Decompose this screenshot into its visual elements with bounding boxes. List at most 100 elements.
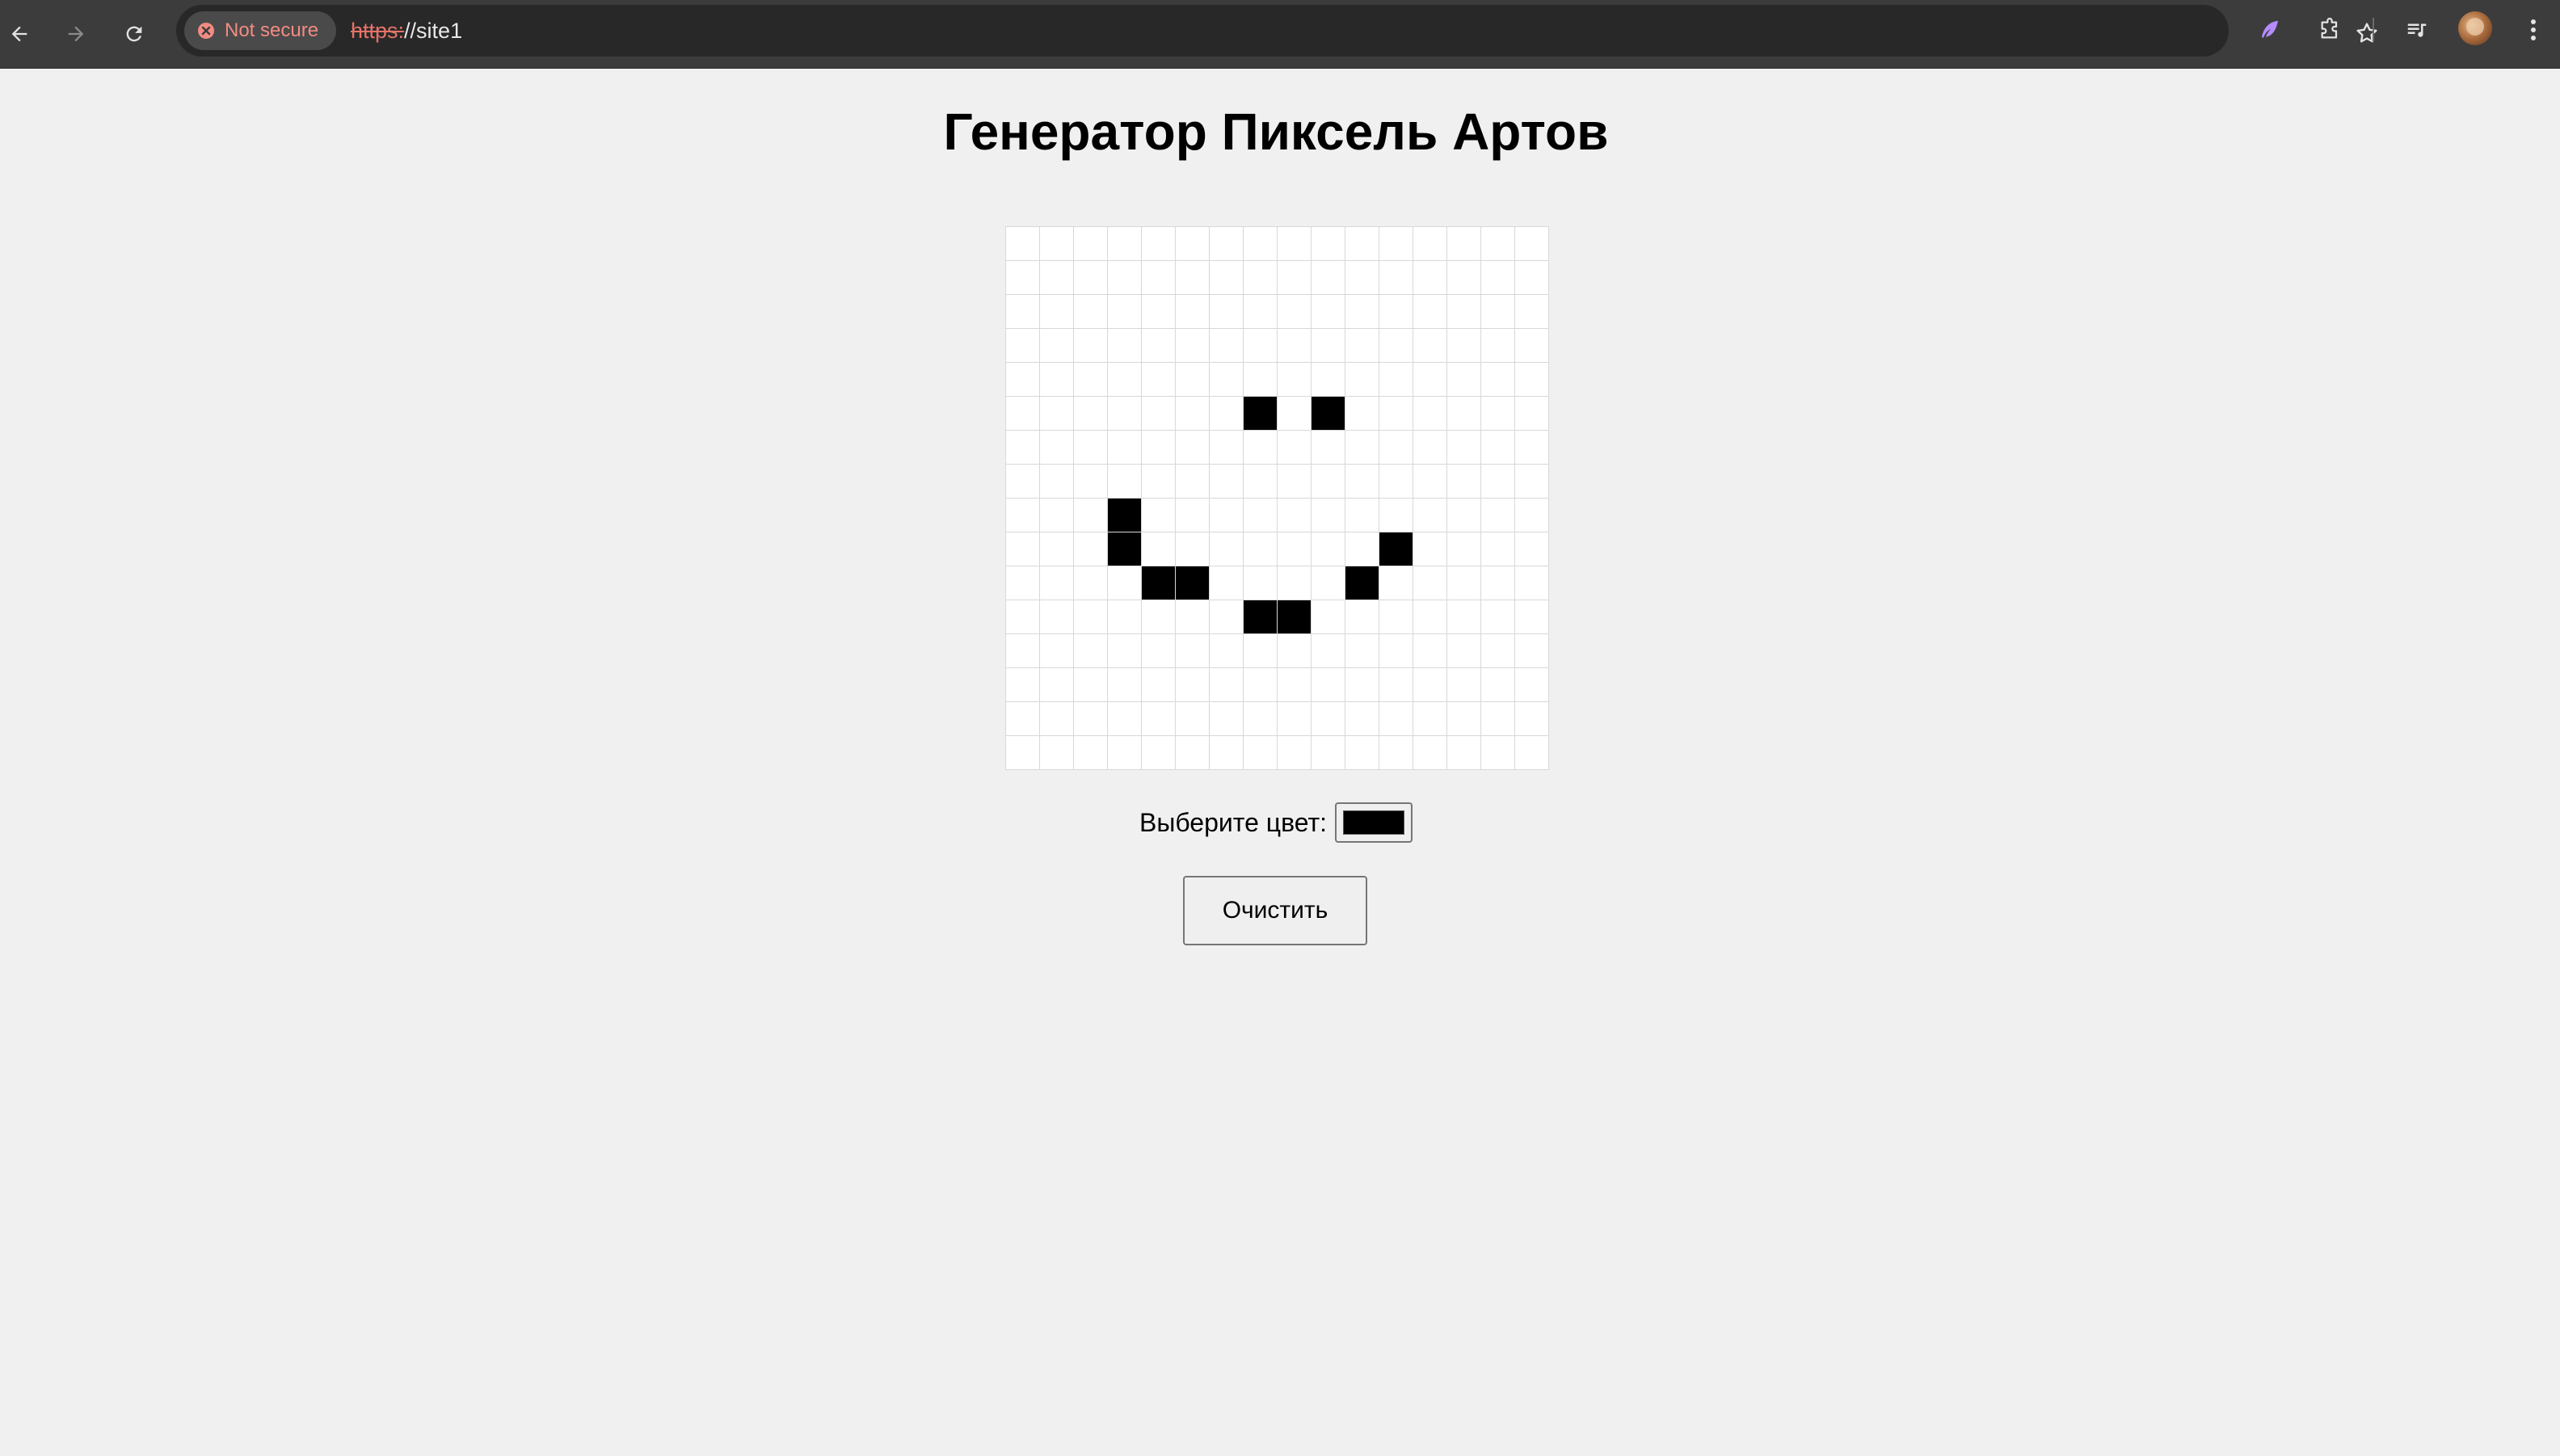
extensions-button[interactable] [2309,10,2350,50]
pixel-cell[interactable] [1447,702,1481,736]
pixel-cell[interactable] [1481,397,1515,431]
pixel-cell[interactable] [1345,600,1379,634]
pixel-cell[interactable] [1278,261,1312,295]
pixel-cell[interactable] [1379,634,1413,668]
pixel-cell[interactable] [1176,600,1210,634]
pixel-cell[interactable] [1142,668,1176,702]
pixel-cell[interactable] [1413,329,1447,363]
pixel-cell[interactable] [1142,634,1176,668]
pixel-cell[interactable] [1244,566,1278,600]
pixel-cell[interactable] [1142,295,1176,329]
pixel-cell[interactable] [1006,532,1040,566]
pixel-cell[interactable] [1345,465,1379,499]
pixel-cell[interactable] [1244,227,1278,261]
pixel-cell[interactable] [1210,532,1244,566]
pixel-cell[interactable] [1515,499,1549,532]
pixel-cell[interactable] [1379,600,1413,634]
pixel-cell[interactable] [1210,736,1244,770]
pixel-cell[interactable] [1244,668,1278,702]
pixel-cell[interactable] [1345,329,1379,363]
pixel-cell[interactable] [1210,634,1244,668]
pixel-cell[interactable] [1312,261,1345,295]
pixel-cell[interactable] [1481,566,1515,600]
pixel-cell[interactable] [1006,668,1040,702]
pixel-cell[interactable] [1074,634,1108,668]
pixel-cell[interactable] [1379,668,1413,702]
pixel-cell[interactable] [1312,532,1345,566]
pixel-cell[interactable] [1345,532,1379,566]
pixel-cell[interactable] [1447,329,1481,363]
pixel-cell[interactable] [1006,227,1040,261]
pixel-cell[interactable] [1515,465,1549,499]
pixel-cell[interactable] [1176,702,1210,736]
pixel-cell[interactable] [1074,261,1108,295]
pixel-cell[interactable] [1278,600,1312,634]
pixel-cell[interactable] [1515,295,1549,329]
pixel-cell[interactable] [1210,227,1244,261]
pixel-cell[interactable] [1040,465,1074,499]
pixel-cell[interactable] [1447,261,1481,295]
pixel-cell[interactable] [1108,532,1142,566]
pixel-cell[interactable] [1345,363,1379,397]
pixel-cell[interactable] [1244,532,1278,566]
pixel-cell[interactable] [1040,295,1074,329]
pixel-cell[interactable] [1278,499,1312,532]
pixel-cell[interactable] [1278,329,1312,363]
pixel-cell[interactable] [1515,532,1549,566]
pixel-cell[interactable] [1481,634,1515,668]
pixel-cell[interactable] [1413,431,1447,465]
pixel-cell[interactable] [1074,465,1108,499]
pixel-cell[interactable] [1515,261,1549,295]
pixel-cell[interactable] [1278,397,1312,431]
pixel-cell[interactable] [1413,634,1447,668]
pixel-cell[interactable] [1481,295,1515,329]
pixel-cell[interactable] [1413,397,1447,431]
pixel-cell[interactable] [1006,499,1040,532]
pixel-cell[interactable] [1108,566,1142,600]
pixel-cell[interactable] [1074,600,1108,634]
pixel-cell[interactable] [1345,634,1379,668]
pixel-cell[interactable] [1040,634,1074,668]
color-picker-input[interactable] [1335,802,1413,843]
pixel-cell[interactable] [1210,363,1244,397]
pixel-cell[interactable] [1006,566,1040,600]
pixel-cell[interactable] [1210,566,1244,600]
pixel-cell[interactable] [1040,532,1074,566]
pixel-cell[interactable] [1278,702,1312,736]
pixel-cell[interactable] [1312,600,1345,634]
pixel-cell[interactable] [1515,736,1549,770]
pixel-cell[interactable] [1379,431,1413,465]
pixel-cell[interactable] [1312,668,1345,702]
pixel-cell[interactable] [1345,397,1379,431]
pixel-cell[interactable] [1379,261,1413,295]
pixel-cell[interactable] [1447,363,1481,397]
pixel-cell[interactable] [1142,227,1176,261]
pixel-cell[interactable] [1040,702,1074,736]
pixel-cell[interactable] [1108,431,1142,465]
pixel-cell[interactable] [1006,363,1040,397]
pixel-cell[interactable] [1481,465,1515,499]
pixel-cell[interactable] [1312,295,1345,329]
pixel-cell[interactable] [1142,329,1176,363]
pixel-cell[interactable] [1447,227,1481,261]
pixel-cell[interactable] [1481,736,1515,770]
pixel-cell[interactable] [1312,397,1345,431]
pixel-cell[interactable] [1006,397,1040,431]
extension-feather-button[interactable] [2250,10,2290,50]
pixel-cell[interactable] [1074,329,1108,363]
pixel-cell[interactable] [1006,600,1040,634]
pixel-cell[interactable] [1210,668,1244,702]
pixel-cell[interactable] [1413,261,1447,295]
clear-button[interactable]: Очистить [1183,876,1367,945]
pixel-cell[interactable] [1142,566,1176,600]
pixel-cell[interactable] [1176,465,1210,499]
pixel-cell[interactable] [1481,363,1515,397]
pixel-cell[interactable] [1040,736,1074,770]
pixel-cell[interactable] [1108,329,1142,363]
pixel-cell[interactable] [1345,566,1379,600]
back-button[interactable] [0,11,42,57]
pixel-cell[interactable] [1210,431,1244,465]
pixel-cell[interactable] [1447,668,1481,702]
pixel-cell[interactable] [1379,329,1413,363]
pixel-cell[interactable] [1074,431,1108,465]
